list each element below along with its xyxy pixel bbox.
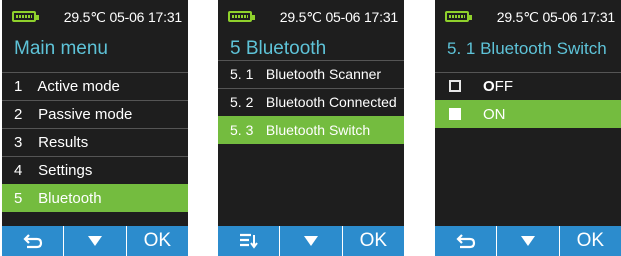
time: 17:31 [147, 9, 182, 25]
down-button[interactable] [496, 226, 558, 256]
menu-item-results[interactable]: 3 Results [2, 128, 188, 156]
time: 17:31 [363, 9, 398, 25]
back-button[interactable] [435, 226, 496, 256]
menu-list: 5. 1 Bluetooth Scanner 5. 2 Bluetooth Co… [218, 60, 404, 144]
menu-item-bluetooth[interactable]: 5 Bluetooth [2, 184, 188, 212]
menu-item-bluetooth-scanner[interactable]: 5. 1 Bluetooth Scanner [218, 60, 404, 88]
option-on[interactable]: ON [435, 100, 621, 128]
battery-icon [12, 11, 39, 22]
temperature: 29.5℃ [279, 9, 322, 25]
ok-button[interactable]: OK [341, 226, 404, 256]
menu-item-settings[interactable]: 4 Settings [2, 156, 188, 184]
menu-list: 1 Active mode 2 Passive mode 3 Results 4… [2, 72, 188, 212]
main-menu-screen: 29.5℃ 05-06 17:31 Main menu 1 Active mod… [2, 0, 188, 256]
button-bar: OK [218, 226, 404, 256]
temperature: 29.5℃ [63, 9, 106, 25]
down-triangle-icon [520, 236, 535, 246]
checkbox-icon [449, 80, 461, 93]
status-bar: 29.5℃ 05-06 17:31 [435, 0, 621, 34]
status-bar: 29.5℃ 05-06 17:31 [2, 0, 188, 34]
menu-item-bluetooth-switch[interactable]: 5. 3 Bluetooth Switch [218, 116, 404, 144]
ok-button[interactable]: OK [558, 226, 621, 256]
battery-icon [445, 11, 472, 22]
down-button[interactable] [63, 226, 125, 256]
ok-button[interactable]: OK [125, 226, 188, 256]
checkbox-icon [449, 108, 461, 121]
down-button[interactable] [279, 226, 341, 256]
back-arrow-icon [23, 234, 42, 249]
date: 05-06 [109, 9, 145, 25]
menu-item-active-mode[interactable]: 1 Active mode [2, 72, 188, 100]
back-button[interactable] [2, 226, 63, 256]
down-triangle-icon [303, 236, 318, 246]
menu-list-icon [239, 233, 258, 249]
bluetooth-switch-screen: 29.5℃ 05-06 17:31 5. 1 Bluetooth Switch … [435, 0, 621, 256]
down-triangle-icon [87, 236, 102, 246]
menu-button[interactable] [218, 226, 279, 256]
page-title: 5. 1 Bluetooth Switch [447, 39, 607, 58]
date: 05-06 [325, 9, 361, 25]
back-arrow-icon [456, 234, 475, 249]
menu-item-bluetooth-connected[interactable]: 5. 2 Bluetooth Connected [218, 88, 404, 116]
status-bar: 29.5℃ 05-06 17:31 [218, 0, 404, 34]
time: 17:31 [580, 9, 615, 25]
option-off[interactable]: OFF [435, 72, 621, 100]
button-bar: OK [435, 226, 621, 256]
bluetooth-menu-screen: 29.5℃ 05-06 17:31 5 Bluetooth 5. 1 Bluet… [218, 0, 404, 256]
button-bar: OK [2, 226, 188, 256]
battery-icon [228, 11, 255, 22]
option-list: OFF ON [435, 72, 621, 128]
date: 05-06 [542, 9, 578, 25]
menu-item-passive-mode[interactable]: 2 Passive mode [2, 100, 188, 128]
page-title: Main menu [14, 38, 108, 59]
temperature: 29.5℃ [496, 9, 539, 25]
